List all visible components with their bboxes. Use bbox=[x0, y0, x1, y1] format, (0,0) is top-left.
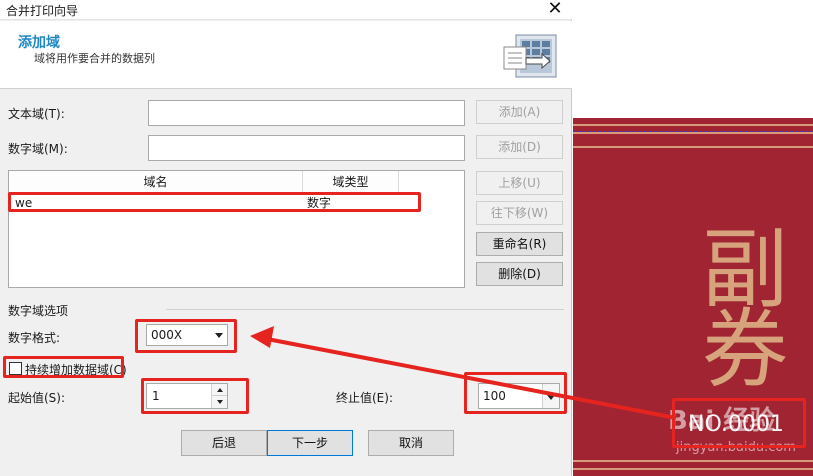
move-down-button[interactable]: 往下移(W) bbox=[476, 201, 563, 225]
start-value-label: 起始值(S): bbox=[8, 391, 66, 405]
close-icon[interactable]: ✕ bbox=[546, 0, 564, 18]
wizard-document-icon bbox=[503, 34, 557, 78]
next-button[interactable]: 下一步 bbox=[267, 430, 353, 456]
move-up-button[interactable]: 上移(U) bbox=[476, 171, 563, 195]
add-number-field-button[interactable]: 添加(D) bbox=[476, 135, 563, 159]
text-field-input[interactable] bbox=[148, 100, 465, 126]
field-list[interactable]: 域名 域类型 we 数字 bbox=[8, 170, 465, 288]
number-format-label: 数字格式: bbox=[8, 331, 61, 345]
delete-button[interactable]: 删除(D) bbox=[476, 262, 563, 286]
page-title: 添加域 bbox=[18, 35, 60, 51]
ticket-char-2: 券 bbox=[702, 300, 788, 400]
text-field-label: 文本域(T): bbox=[8, 107, 65, 121]
number-options-group-label: 数字域选项 bbox=[8, 304, 69, 318]
number-field-label: 数字域(M): bbox=[8, 142, 68, 156]
page-margin-line bbox=[573, 131, 813, 132]
highlight-serial-number bbox=[672, 398, 806, 448]
ticket-stripe bbox=[573, 124, 813, 126]
ticket-stripe bbox=[573, 468, 813, 470]
cancel-button[interactable]: 取消 bbox=[368, 430, 454, 456]
column-header-name[interactable]: 域名 bbox=[9, 171, 303, 193]
highlight-continuous-checkbox bbox=[3, 356, 124, 378]
highlight-start-value bbox=[141, 378, 249, 414]
ticket-stripe bbox=[573, 460, 813, 462]
end-value-label: 终止值(E): bbox=[336, 391, 393, 405]
add-text-field-button[interactable]: 添加(A) bbox=[476, 100, 563, 124]
window-title: 合并打印向导 bbox=[6, 4, 79, 18]
highlight-field-row bbox=[8, 192, 421, 212]
rename-button[interactable]: 重命名(R) bbox=[476, 232, 563, 256]
wizard-header: 添加域 域将用作要合并的数据列 bbox=[0, 21, 572, 89]
highlight-end-value bbox=[464, 372, 567, 414]
ticket-stripe bbox=[573, 132, 813, 134]
column-header-type[interactable]: 域类型 bbox=[303, 171, 399, 193]
title-bar: 合并打印向导 ✕ bbox=[0, 0, 572, 20]
ticket-stripe bbox=[573, 146, 813, 148]
page-subtitle: 域将用作要合并的数据列 bbox=[34, 52, 155, 65]
back-button[interactable]: 后退 bbox=[181, 430, 267, 456]
group-divider bbox=[166, 309, 564, 310]
number-field-input[interactable] bbox=[148, 135, 465, 161]
highlight-number-format bbox=[135, 319, 237, 353]
